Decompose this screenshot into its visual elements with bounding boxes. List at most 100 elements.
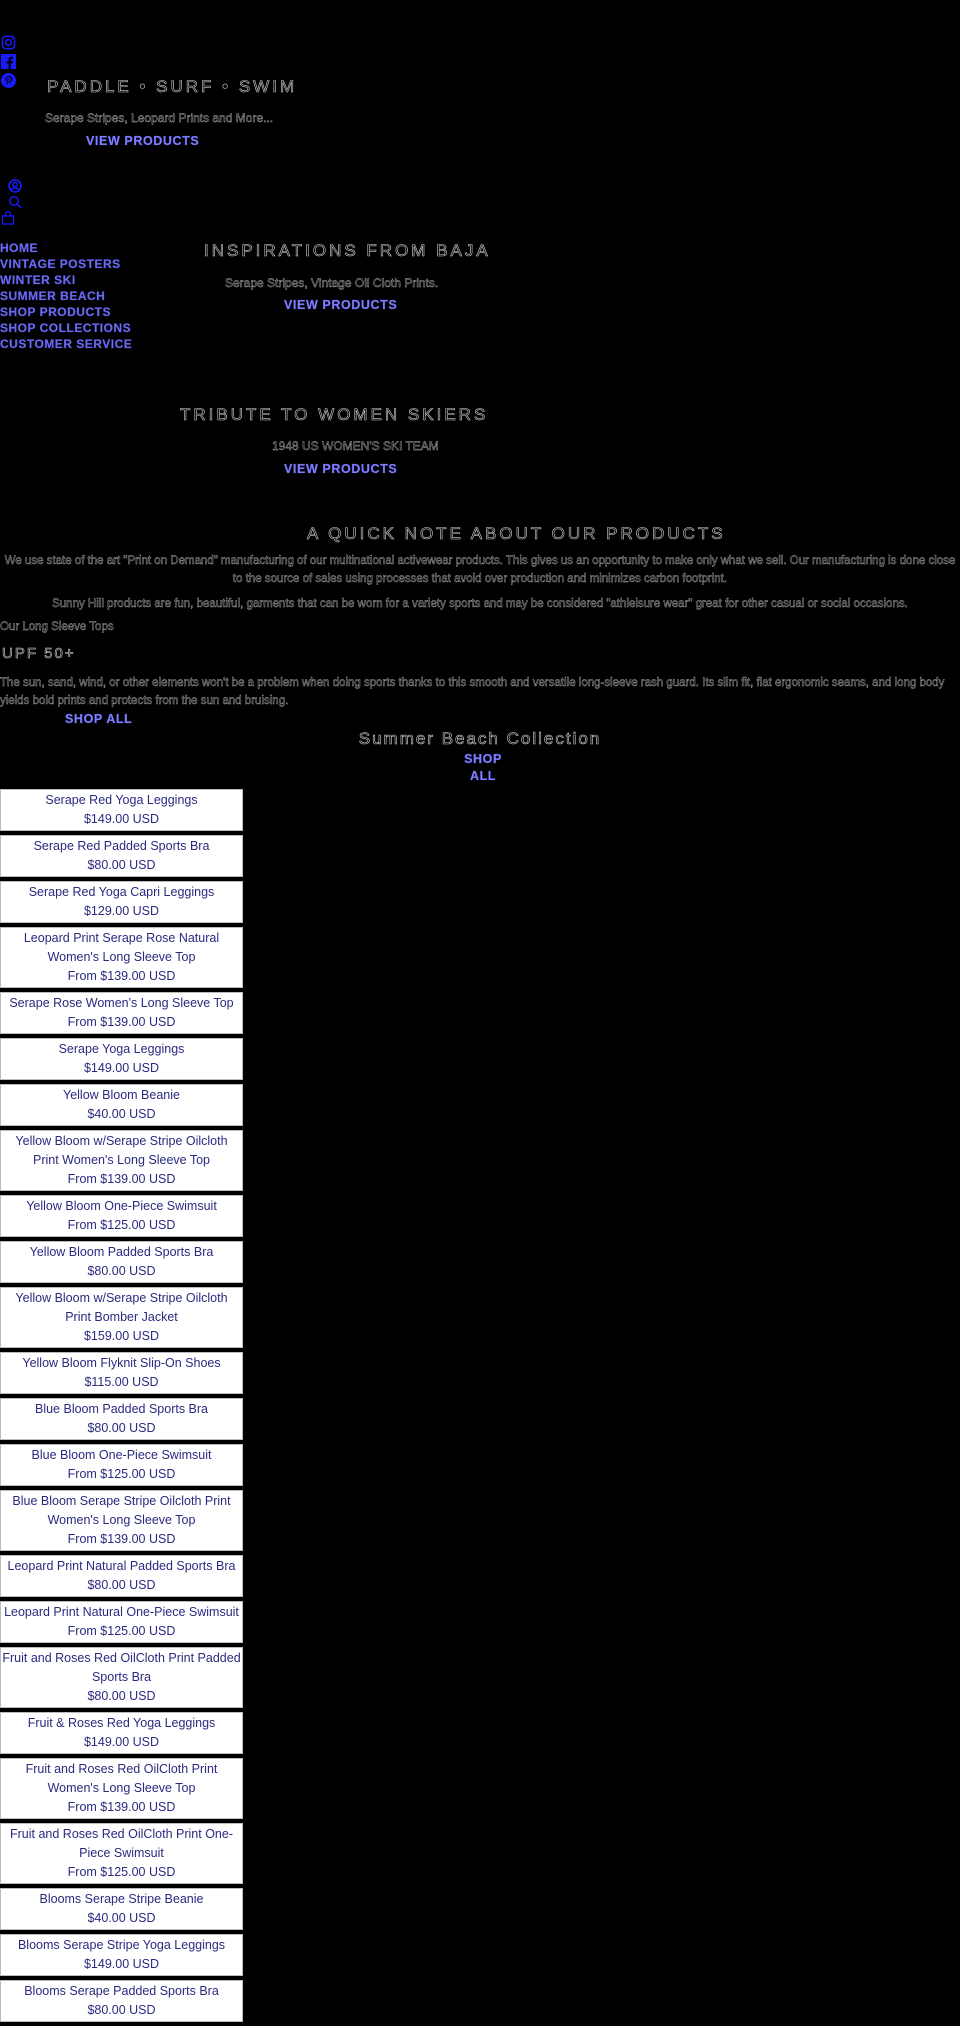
- product-title: Serape Rose Women's Long Sleeve Top: [9, 996, 234, 1010]
- product-price: $80.00 USD: [87, 858, 156, 872]
- product-card[interactable]: Fruit and Roses Red OilCloth Print Women…: [0, 1758, 243, 1819]
- product-card[interactable]: Blooms Serape Stripe Yoga Leggings $149.0…: [0, 1934, 243, 1976]
- product-title: Blooms Serape Stripe Yoga Leggings: [17, 1938, 226, 1952]
- product-title: Serape Yoga Leggings: [58, 1042, 185, 1056]
- product-title: Serape Red Yoga Leggings: [45, 793, 198, 807]
- product-card[interactable]: Serape Red Yoga Leggings $149.00 USD: [0, 789, 243, 831]
- product-title: Leopard Print Serape Rose Natural Women'…: [23, 931, 220, 964]
- product-card[interactable]: Yellow Bloom Beanie $40.00 USD: [0, 1084, 243, 1126]
- product-price: $149.00 USD: [83, 1735, 160, 1749]
- cart-icon[interactable]: [1, 211, 15, 225]
- product-card[interactable]: Serape Red Yoga Capri Leggings $129.00 US…: [0, 881, 243, 923]
- product-price: From $125.00 USD: [67, 1865, 176, 1879]
- featured-heading: UPF 50+: [2, 645, 76, 663]
- nav-item-customer-service[interactable]: CUSTOMER SERVICE: [0, 336, 132, 352]
- product-price: $80.00 USD: [87, 1421, 156, 1435]
- nav-item-home[interactable]: HOME: [0, 240, 132, 256]
- product-card[interactable]: Blue Bloom Serape Stripe Oilcloth Print …: [0, 1490, 243, 1551]
- product-card[interactable]: Leopard Print Serape Rose Natural Women'…: [0, 927, 243, 988]
- product-card[interactable]: Fruit and Roses Red OilCloth Print Padde…: [0, 1647, 243, 1708]
- product-price: $149.00 USD: [83, 812, 160, 826]
- product-card[interactable]: Yellow Bloom One-Piece Swimsuit From $125…: [0, 1195, 243, 1237]
- product-card[interactable]: Blooms Serape Padded Sports Bra $80.00 US…: [0, 1980, 243, 2022]
- view-products-button[interactable]: VIEW PRODUCTS: [284, 462, 397, 476]
- product-price: $149.00 USD: [83, 1957, 160, 1971]
- product-card[interactable]: Serape Yoga Leggings $149.00 USD: [0, 1038, 243, 1080]
- product-card[interactable]: Yellow Bloom Padded Sports Bra $80.00 USD: [0, 1241, 243, 1283]
- featured-label: Our Long Sleeve Tops: [0, 621, 114, 633]
- hero-title: INSPIRATIONS FROM BAJA: [204, 241, 491, 261]
- product-title: Leopard Print Natural Padded Sports Bra: [7, 1559, 236, 1573]
- collection-title: Summer Beach Collection: [358, 729, 602, 749]
- product-card[interactable]: Blue Bloom One-Piece Swimsuit From $125.0…: [0, 1444, 243, 1486]
- shop-all-line: SHOP: [464, 752, 502, 766]
- product-price: From $125.00 USD: [67, 1218, 176, 1232]
- product-price: From $139.00 USD: [67, 1015, 176, 1029]
- product-title: Blooms Serape Stripe Beanie: [39, 1892, 204, 1906]
- product-title: Serape Red Yoga Capri Leggings: [28, 885, 215, 899]
- account-icon[interactable]: [8, 179, 22, 193]
- product-price: $80.00 USD: [87, 1264, 156, 1278]
- hero-title: PADDLE • SURF • SWIM: [47, 77, 298, 97]
- shop-all-line: ALL: [469, 769, 497, 783]
- view-products-button[interactable]: VIEW PRODUCTS: [284, 298, 397, 312]
- product-title: Blue Bloom Serape Stripe Oilcloth Print …: [12, 1494, 231, 1527]
- product-card[interactable]: Yellow Bloom w/Serape Stripe Oilcloth Pr…: [0, 1130, 243, 1191]
- product-card[interactable]: Yellow Bloom Flyknit Slip-On Shoes $115.0…: [0, 1352, 243, 1394]
- product-title: Yellow Bloom Padded Sports Bra: [29, 1245, 214, 1259]
- hero-subtitle: 1948 US WOMEN'S SKI TEAM: [272, 439, 439, 453]
- product-card[interactable]: Leopard Print Natural One-Piece Swimsuit…: [0, 1601, 243, 1643]
- product-title: Blooms Serape Padded Sports Bra: [24, 1984, 219, 1998]
- product-title: Yellow Bloom Flyknit Slip-On Shoes: [22, 1356, 221, 1370]
- about-paragraph: We use state of the art "Print on Demand…: [4, 555, 956, 585]
- product-price: From $139.00 USD: [67, 1532, 176, 1546]
- product-price: $80.00 USD: [87, 1689, 156, 1703]
- product-price: $80.00 USD: [87, 2003, 156, 2017]
- view-products-button[interactable]: VIEW PRODUCTS: [86, 134, 199, 148]
- product-price: From $125.00 USD: [67, 1467, 176, 1481]
- collection-shop-all-button[interactable]: SHOP ALL: [0, 751, 960, 785]
- about-heading: A QUICK NOTE ABOUT OUR PRODUCTS: [307, 524, 726, 544]
- product-title: Fruit and Roses Red OilCloth Print Women…: [25, 1762, 218, 1795]
- nav-item-vintage-posters[interactable]: VINTAGE POSTERS: [0, 256, 132, 272]
- product-title: Yellow Bloom One-Piece Swimsuit: [26, 1199, 217, 1213]
- hero-subtitle: Serape Stripes, Vintage Oil Cloth Prints…: [225, 276, 439, 290]
- instagram-icon[interactable]: [0, 34, 16, 50]
- product-card[interactable]: Serape Red Padded Sports Bra $80.00 USD: [0, 835, 243, 877]
- nav-item-summer-beach[interactable]: SUMMER BEACH: [0, 288, 132, 304]
- product-card[interactable]: Blue Bloom Padded Sports Bra $80.00 USD: [0, 1398, 243, 1440]
- nav-item-winter-ski[interactable]: WINTER SKI: [0, 272, 132, 288]
- nav-item-shop-products[interactable]: SHOP PRODUCTS: [0, 304, 132, 320]
- featured-body: The sun, sand, wind, or other elements w…: [0, 677, 945, 707]
- nav-item-shop-collections[interactable]: SHOP COLLECTIONS: [0, 320, 132, 336]
- product-card[interactable]: Leopard Print Natural Padded Sports Bra $…: [0, 1555, 243, 1597]
- product-title: Blue Bloom One-Piece Swimsuit: [31, 1448, 212, 1462]
- facebook-icon[interactable]: [0, 53, 16, 69]
- product-title: Fruit and Roses Red OilCloth Print One-P…: [9, 1827, 233, 1860]
- shop-all-button[interactable]: SHOP ALL: [65, 712, 132, 726]
- product-price: $149.00 USD: [83, 1061, 160, 1075]
- product-price: $80.00 USD: [87, 1578, 156, 1592]
- product-price: From $139.00 USD: [67, 969, 176, 983]
- search-icon[interactable]: [8, 195, 22, 209]
- product-card[interactable]: Serape Rose Women's Long Sleeve Top From …: [0, 992, 243, 1034]
- product-title: Fruit and Roses Red OilCloth Print Padde…: [2, 1651, 241, 1684]
- main-nav: HOME VINTAGE POSTERS WINTER SKI SUMMER B…: [0, 240, 132, 352]
- product-title: Fruit & Roses Red Yoga Leggings: [27, 1716, 216, 1730]
- product-card[interactable]: Blooms Serape Stripe Beanie $40.00 USD: [0, 1888, 243, 1930]
- product-price: From $139.00 USD: [67, 1800, 176, 1814]
- product-card[interactable]: Fruit & Roses Red Yoga Leggings $149.00 U…: [0, 1712, 243, 1754]
- product-title: Yellow Bloom w/Serape Stripe Oilcloth Pr…: [15, 1134, 228, 1167]
- hero-title: TRIBUTE TO WOMEN SKIERS: [180, 405, 489, 425]
- hero-subtitle: Serape Stripes, Leopard Prints and More.…: [45, 111, 274, 125]
- product-grid: Serape Red Yoga Leggings $149.00 USD Serap…: [0, 789, 243, 2026]
- about-paragraph: Sunny Hill products are fun, beautiful, …: [52, 598, 908, 610]
- product-price: $115.00 USD: [84, 1375, 159, 1389]
- product-price: $40.00 USD: [87, 1107, 156, 1121]
- pinterest-icon[interactable]: [0, 72, 16, 88]
- product-title: Serape Red Padded Sports Bra: [33, 839, 210, 853]
- product-title: Yellow Bloom w/Serape Stripe Oilcloth Pr…: [15, 1291, 228, 1324]
- product-card[interactable]: Yellow Bloom w/Serape Stripe Oilcloth Pr…: [0, 1287, 243, 1348]
- product-title: Leopard Print Natural One-Piece Swimsuit: [4, 1605, 239, 1619]
- product-title: Blue Bloom Padded Sports Bra: [34, 1402, 209, 1416]
